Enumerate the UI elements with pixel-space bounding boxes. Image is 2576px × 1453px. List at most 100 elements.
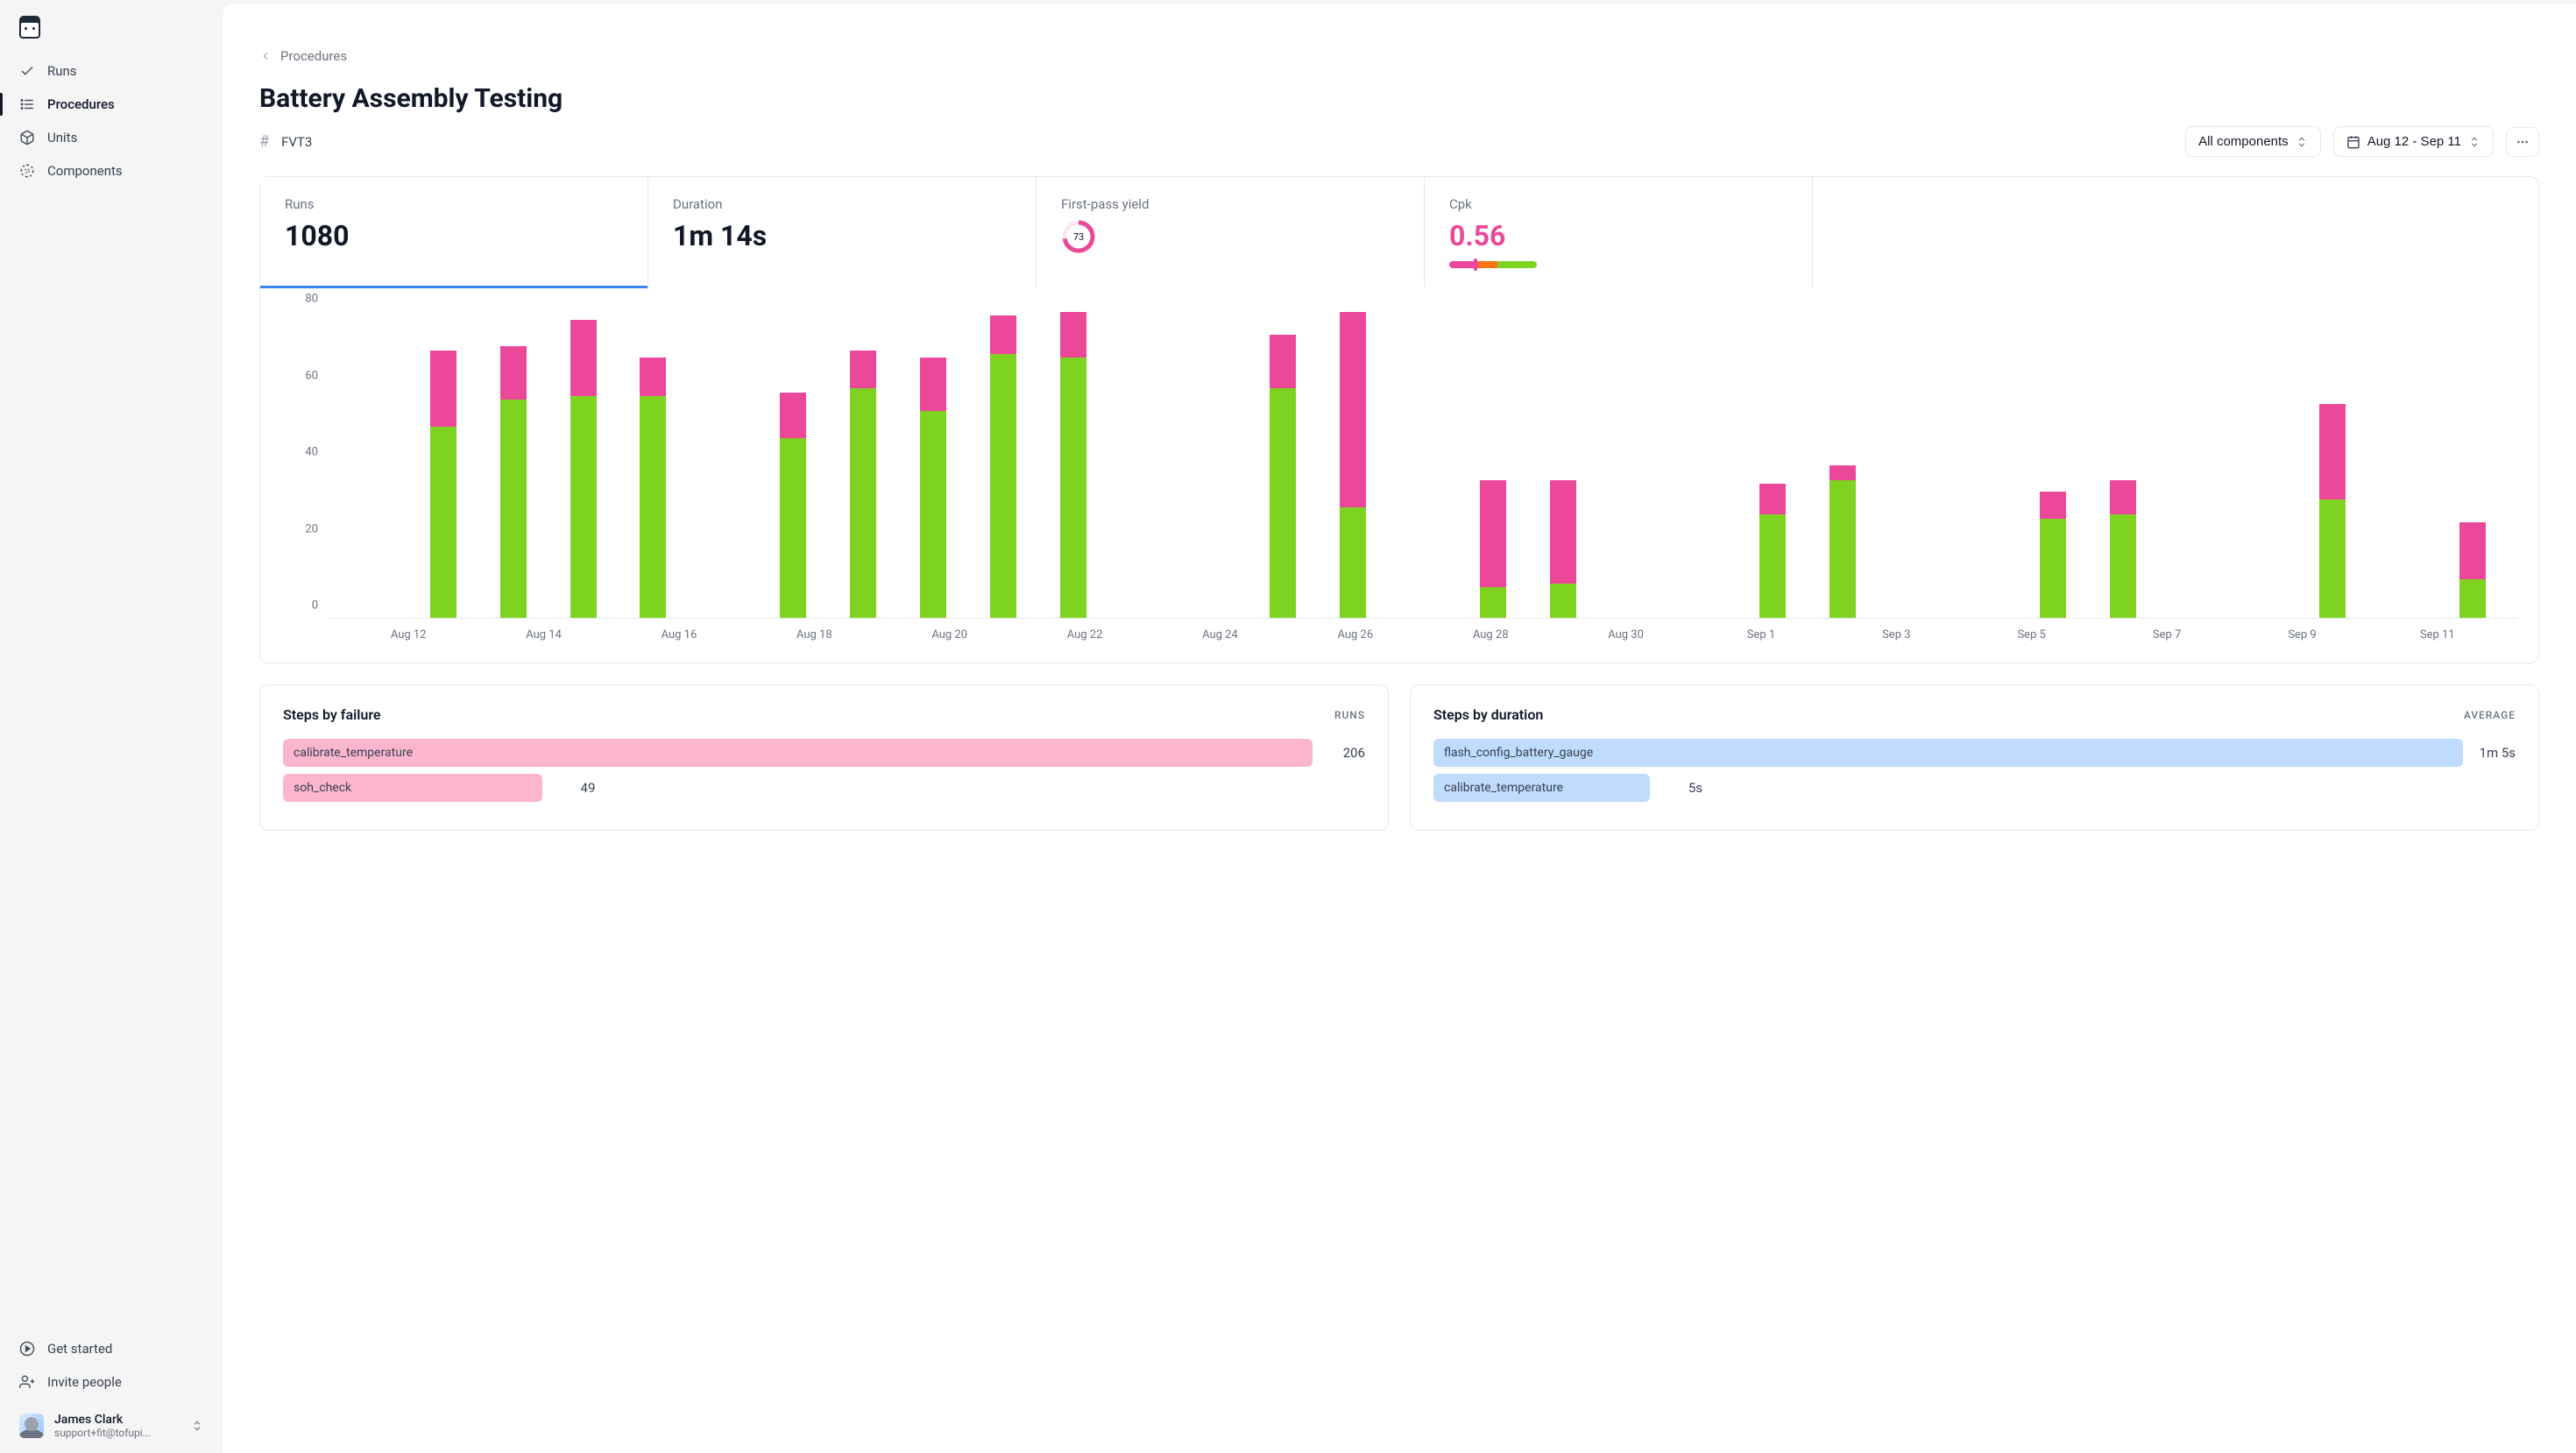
- step-bar: soh_check: [283, 774, 542, 802]
- stat-duration-tab[interactable]: Duration 1m 14s: [648, 177, 1037, 287]
- breadcrumb[interactable]: Procedures: [259, 48, 2539, 64]
- nav-runs[interactable]: Runs: [0, 54, 223, 88]
- panel-metric: RUNS: [1334, 709, 1365, 721]
- step-bar: calibrate_temperature: [1433, 774, 1650, 802]
- step-row[interactable]: calibrate_temperature206: [283, 739, 1365, 767]
- panel-title: Steps by failure: [283, 706, 381, 723]
- y-tick: 0: [312, 599, 318, 613]
- bar-group[interactable]: [2091, 312, 2155, 618]
- stat-empty: [1813, 177, 2538, 287]
- bar-group[interactable]: [1601, 312, 1666, 618]
- bar-group[interactable]: [1181, 312, 1246, 618]
- bar-group[interactable]: [1111, 312, 1176, 618]
- bar-group[interactable]: [1880, 312, 1945, 618]
- chevron-up-down-icon: [2296, 136, 2308, 148]
- runs-chart: 020406080 Aug 12Aug 14Aug 16Aug 18Aug 20…: [259, 287, 2539, 663]
- components-filter[interactable]: All components: [2185, 126, 2321, 157]
- stat-yield-tab[interactable]: First-pass yield 73: [1037, 177, 1425, 287]
- bar-group[interactable]: [1041, 312, 1106, 618]
- bar-group[interactable]: [2370, 312, 2435, 618]
- hash-icon: #: [259, 132, 269, 151]
- bar-group[interactable]: [2231, 312, 2296, 618]
- x-tick: Aug 30: [1558, 624, 1693, 645]
- panel-metric: AVERAGE: [2464, 709, 2516, 721]
- main-content: Procedures Battery Assembly Testing # FV…: [223, 4, 2576, 1453]
- x-tick: Aug 28: [1423, 624, 1558, 645]
- nav-label: Runs: [47, 63, 77, 79]
- date-range-picker[interactable]: Aug 12 - Sep 11: [2333, 126, 2494, 157]
- play-icon: [19, 1341, 35, 1357]
- stat-value: 0.56: [1449, 219, 1787, 252]
- bar-group[interactable]: [1671, 312, 1736, 618]
- bar-group[interactable]: [1810, 312, 1875, 618]
- bar-group[interactable]: [2301, 312, 2366, 618]
- box-icon: [19, 130, 35, 145]
- x-tick: Sep 3: [1829, 624, 1964, 645]
- bar-group[interactable]: [341, 312, 406, 618]
- chevron-up-down-icon: [2468, 136, 2480, 148]
- bar-group[interactable]: [2020, 312, 2085, 618]
- bar-group[interactable]: [1391, 312, 1455, 618]
- bar-group[interactable]: [1250, 312, 1315, 618]
- stat-label: Runs: [285, 196, 623, 212]
- user-email: support+fit@tofupi...: [54, 1427, 180, 1439]
- chevron-up-down-icon: [191, 1420, 203, 1432]
- more-actions-button[interactable]: [2506, 127, 2539, 157]
- invite-people-link[interactable]: Invite people: [19, 1365, 203, 1399]
- check-icon: [19, 63, 35, 79]
- list-icon: [19, 96, 35, 112]
- cpk-bar: [1449, 261, 1537, 268]
- bar-group[interactable]: [1741, 312, 1806, 618]
- avatar: [19, 1414, 44, 1438]
- nav-label: Procedures: [47, 96, 115, 112]
- sidebar: Runs Procedures Units Components Get sta…: [0, 0, 223, 1453]
- y-tick: 60: [305, 369, 318, 382]
- nav-components[interactable]: Components: [0, 154, 223, 188]
- bar-group[interactable]: [2161, 312, 2226, 618]
- bar-group[interactable]: [901, 312, 966, 618]
- bar-group[interactable]: [971, 312, 1036, 618]
- step-row[interactable]: flash_config_battery_gauge1m 5s: [1433, 739, 2516, 767]
- bar-group[interactable]: [1320, 312, 1385, 618]
- bar-group[interactable]: [1531, 312, 1596, 618]
- nav-procedures[interactable]: Procedures: [0, 88, 223, 121]
- x-tick: Aug 22: [1017, 624, 1152, 645]
- target-icon: [19, 163, 35, 179]
- stat-cpk-tab[interactable]: Cpk 0.56: [1425, 177, 1813, 287]
- bar-group[interactable]: [831, 312, 895, 618]
- x-tick: Aug 14: [476, 624, 611, 645]
- stat-value: 1m 14s: [673, 219, 1011, 252]
- x-tick: Sep 7: [2099, 624, 2234, 645]
- bar-group[interactable]: [761, 312, 825, 618]
- get-started-link[interactable]: Get started: [19, 1332, 203, 1365]
- user-menu[interactable]: James Clark support+fit@tofupi...: [0, 1399, 223, 1439]
- svg-text:73: 73: [1073, 231, 1084, 243]
- stat-label: Duration: [673, 196, 1011, 212]
- step-value: 49: [555, 780, 595, 796]
- bar-group[interactable]: [551, 312, 616, 618]
- nav-label: Components: [47, 163, 123, 179]
- bar-group[interactable]: [621, 312, 686, 618]
- stat-value: 1080: [285, 219, 623, 252]
- stat-label: First-pass yield: [1061, 196, 1399, 212]
- bar-group[interactable]: [411, 312, 476, 618]
- bar-group[interactable]: [481, 312, 546, 618]
- step-bar: calibrate_temperature: [283, 739, 1313, 767]
- step-row[interactable]: calibrate_temperature5s: [1433, 774, 2516, 802]
- step-row[interactable]: soh_check 49: [283, 774, 1365, 802]
- stat-runs-tab[interactable]: Runs 1080: [260, 177, 648, 287]
- bar-group[interactable]: [1950, 312, 2015, 618]
- app-logo: [19, 16, 40, 39]
- chevron-left-icon: [259, 50, 272, 62]
- bar-group[interactable]: [2440, 312, 2505, 618]
- bar-group[interactable]: [1461, 312, 1525, 618]
- nav-units[interactable]: Units: [0, 121, 223, 154]
- bar-group[interactable]: [690, 312, 755, 618]
- y-tick: 20: [305, 522, 318, 535]
- footer-label: Invite people: [47, 1374, 122, 1390]
- x-tick: Aug 26: [1288, 624, 1423, 645]
- x-tick: Sep 5: [1964, 624, 2099, 645]
- x-tick: Aug 18: [747, 624, 881, 645]
- nav-label: Units: [47, 130, 77, 145]
- breadcrumb-parent: Procedures: [280, 48, 347, 64]
